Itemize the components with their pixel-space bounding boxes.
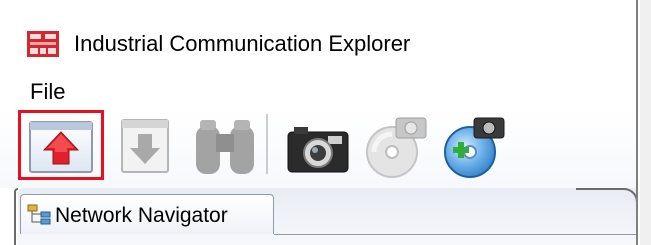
tab-divider [274,234,638,235]
title-bar: Industrial Communication Explorer [0,0,638,72]
toolbar-separator [266,114,268,174]
disc-camera-icon [366,117,427,178]
menu-bar: File [0,72,638,108]
tab-network-navigator[interactable]: Network Navigator [20,194,274,234]
panel-frame-left [14,188,18,245]
binoculars-icon [196,120,254,174]
toolbar [0,108,638,188]
disc-camera-add-icon [444,117,505,178]
find-button[interactable] [186,112,264,180]
capture-button[interactable] [280,112,358,180]
app-window: Industrial Communication Explorer File N… [0,0,651,245]
window-edge [640,0,651,245]
tab-label: Network Navigator [55,204,228,227]
upload-button[interactable] [18,110,104,180]
load-snapshot-button[interactable] [360,112,438,180]
upload-red-arrow-icon [42,131,80,165]
panel-frame-corner [576,188,638,224]
menu-file[interactable]: File [28,78,67,106]
app-logo-icon [27,31,59,57]
download-button[interactable] [104,112,182,180]
camera-icon [287,127,349,173]
window-title: Industrial Communication Explorer [74,31,411,56]
save-snapshot-button[interactable] [438,112,516,180]
network-tree-icon [27,204,55,226]
tab-strip: Network Navigator [0,188,638,245]
download-arrow-icon [121,119,169,173]
